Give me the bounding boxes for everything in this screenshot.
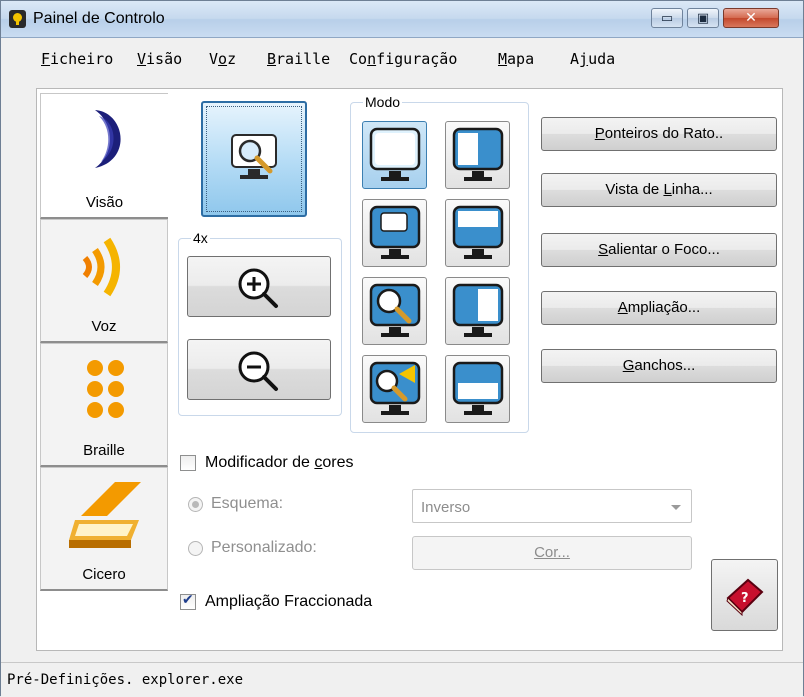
zoom-in-icon	[238, 268, 278, 308]
locator-icon	[369, 361, 421, 415]
lens-icon	[369, 283, 421, 337]
menu-visao[interactable]: Visão	[137, 50, 182, 68]
scheme-select-value: Inverso	[421, 499, 471, 516]
maximize-icon: ▣	[696, 10, 710, 26]
top-half-icon	[452, 205, 504, 259]
zoom-out-button[interactable]	[187, 339, 331, 400]
magnifier-toggle-button[interactable]	[201, 101, 307, 217]
control-panel-window: Painel de Controlo ▭ ▣ ✕ Ficheiro Visão …	[0, 0, 804, 697]
mode-label: Modo	[363, 94, 403, 110]
braille-cell-icon	[87, 360, 124, 418]
tab-visao[interactable]: Visão	[40, 93, 168, 219]
color-button-label: Cor...	[534, 544, 570, 561]
scheme-radio[interactable]	[188, 497, 203, 512]
chevron-down-icon	[671, 505, 681, 510]
tab-cicero-label: Cicero	[82, 566, 126, 583]
mode-lens-button[interactable]	[362, 277, 427, 345]
menu-bar: Ficheiro Visão Voz Braille Configuração …	[1, 38, 803, 76]
menu-configuracao[interactable]: Configuração	[349, 50, 457, 68]
menu-ficheiro[interactable]: Ficheiro	[41, 50, 113, 68]
mode-left-half-button[interactable]	[445, 121, 510, 189]
sound-waves-icon	[82, 237, 120, 297]
mode-top-half-button[interactable]	[445, 199, 510, 267]
menu-braille[interactable]: Braille	[267, 50, 330, 68]
tab-visao-label: Visão	[85, 194, 124, 211]
tab-cicero[interactable]: Cicero	[40, 467, 168, 591]
menu-ajuda[interactable]: Ajuda	[570, 50, 615, 68]
menu-mapa[interactable]: Mapa	[498, 50, 534, 68]
moon-icon	[95, 110, 121, 168]
hooks-button[interactable]: Ganchos...	[541, 349, 777, 383]
tab-braille-label: Braille	[83, 442, 125, 459]
left-half-icon	[452, 127, 504, 181]
bottom-half-icon	[452, 361, 504, 415]
close-button[interactable]: ✕	[723, 8, 779, 28]
app-icon	[9, 10, 26, 28]
mode-bottom-half-button[interactable]	[445, 355, 510, 423]
zoom-out-icon	[238, 351, 278, 391]
mouse-pointers-button[interactable]: Ponteiros do Rato..	[541, 117, 777, 151]
magnifier-monitor-icon	[231, 134, 277, 179]
color-modifier-checkbox[interactable]	[180, 455, 196, 471]
scheme-select[interactable]: Inverso	[412, 489, 692, 523]
fractional-zoom-checkbox[interactable]	[180, 592, 196, 610]
scheme-label: Esquema:	[211, 495, 284, 512]
mode-small-window-button[interactable]	[362, 199, 427, 267]
svg-text:?: ?	[741, 591, 749, 606]
fractional-zoom-label: Ampliação Fraccionada	[205, 593, 373, 610]
color-modifier-label: Modificador de cores	[205, 454, 354, 471]
focus-highlight-button[interactable]: Salientar o Foco...	[541, 233, 777, 267]
scanner-icon	[69, 482, 141, 548]
mode-right-half-button[interactable]	[445, 277, 510, 345]
custom-radio[interactable]	[188, 541, 203, 556]
right-half-icon	[452, 283, 504, 337]
mode-full-screen-button[interactable]	[362, 121, 427, 189]
menu-voz[interactable]: Voz	[209, 50, 236, 68]
status-bar: Pré-Definições. explorer.exe	[1, 662, 803, 697]
full-screen-icon	[369, 127, 421, 181]
help-button[interactable]: ?	[711, 559, 778, 631]
minimize-button[interactable]: ▭	[651, 8, 683, 28]
tab-voz-label: Voz	[91, 318, 117, 335]
mode-locator-button[interactable]	[362, 355, 427, 423]
help-book-icon: ?	[726, 578, 764, 616]
title-bar[interactable]: Painel de Controlo ▭ ▣ ✕	[1, 1, 803, 38]
minimize-icon: ▭	[660, 10, 674, 26]
close-icon: ✕	[745, 10, 757, 26]
line-view-button[interactable]: Vista de Linha...	[541, 173, 777, 207]
color-button[interactable]: Cor...	[412, 536, 692, 570]
zoom-in-button[interactable]	[187, 256, 331, 317]
window-title: Painel de Controlo	[33, 10, 165, 27]
tab-braille[interactable]: Braille	[40, 343, 168, 467]
zoom-level-label: 4x	[191, 230, 210, 246]
custom-label: Personalizado:	[211, 539, 317, 556]
magnification-button[interactable]: Ampliação...	[541, 291, 777, 325]
maximize-button[interactable]: ▣	[687, 8, 719, 28]
small-window-icon	[369, 205, 421, 259]
status-text: Pré-Definições. explorer.exe	[7, 672, 244, 688]
tab-voz[interactable]: Voz	[40, 219, 168, 343]
